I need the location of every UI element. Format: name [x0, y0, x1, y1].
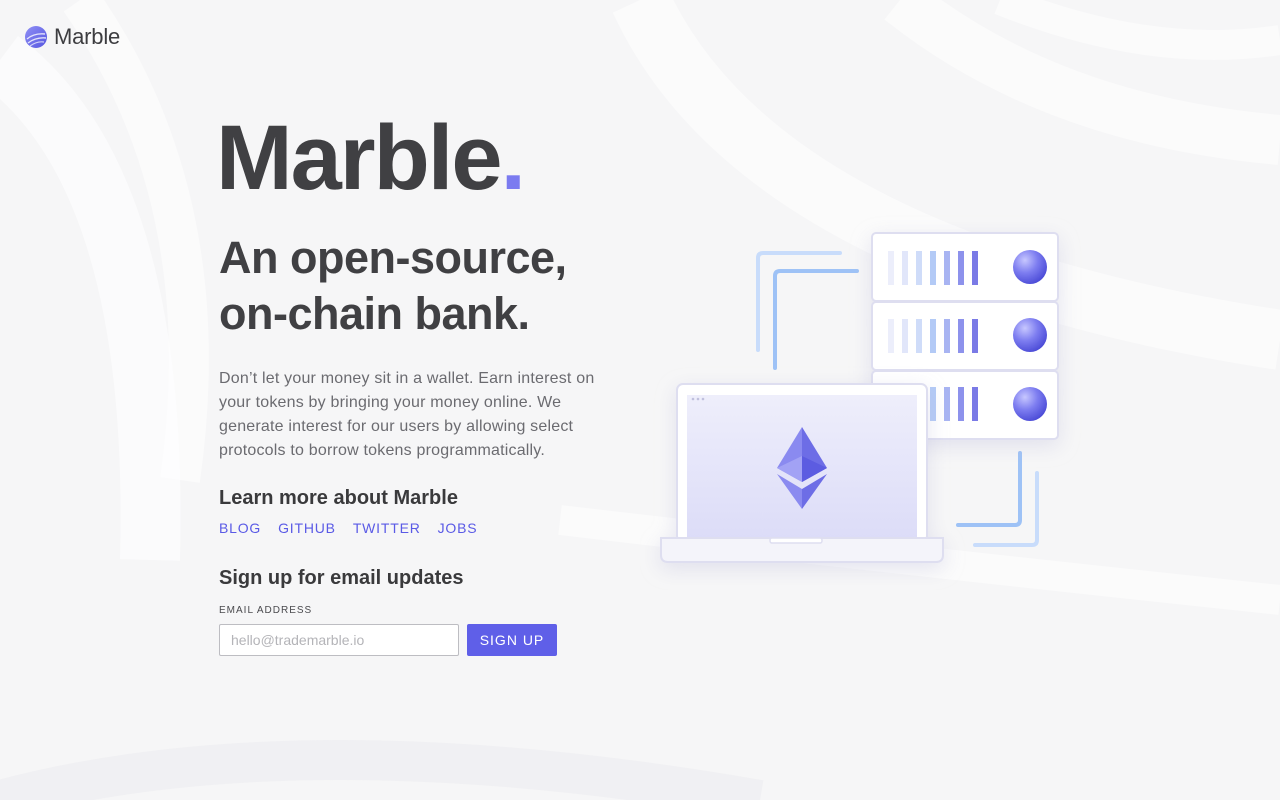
email-field[interactable] [219, 624, 459, 656]
description: Don’t let your money sit in a wallet. Ea… [219, 370, 595, 459]
server-unit-2 [871, 301, 1059, 371]
learn-more-links: BLOG GITHUB TWITTER JOBS [219, 520, 477, 536]
marble-orb-icon [1013, 318, 1047, 352]
jobs-link[interactable]: JOBS [438, 520, 478, 536]
blog-link[interactable]: BLOG [219, 520, 261, 536]
twitter-link[interactable]: TWITTER [353, 520, 421, 536]
hero-title-dot: . [500, 107, 527, 209]
signup-heading: Sign up for email updates [219, 567, 464, 589]
github-link[interactable]: GITHUB [278, 520, 336, 536]
marble-orb-icon [1013, 250, 1047, 284]
learn-more-heading: Learn more about Marble [219, 487, 458, 509]
brand-name: Marble [54, 24, 121, 49]
hero-illustration [660, 232, 1059, 563]
email-label: EMAIL ADDRESS [219, 605, 313, 616]
bracket-decoration-top [756, 251, 859, 370]
brand-logo[interactable]: Marble [24, 24, 120, 50]
server-unit-1 [871, 232, 1059, 302]
marble-orb-icon [1013, 387, 1047, 421]
hero-title: Marble. [216, 107, 527, 209]
marble-logo-icon [25, 26, 47, 48]
tagline-line-1: An open-source, [219, 232, 567, 283]
sign-up-button[interactable]: SIGN UP [467, 624, 557, 656]
tagline-line-2: on-chain bank. [219, 288, 530, 339]
tagline: An open-source, on-chain bank. [219, 230, 567, 342]
bracket-decoration-bottom [956, 451, 1039, 547]
hero-title-text: Marble [216, 107, 503, 209]
